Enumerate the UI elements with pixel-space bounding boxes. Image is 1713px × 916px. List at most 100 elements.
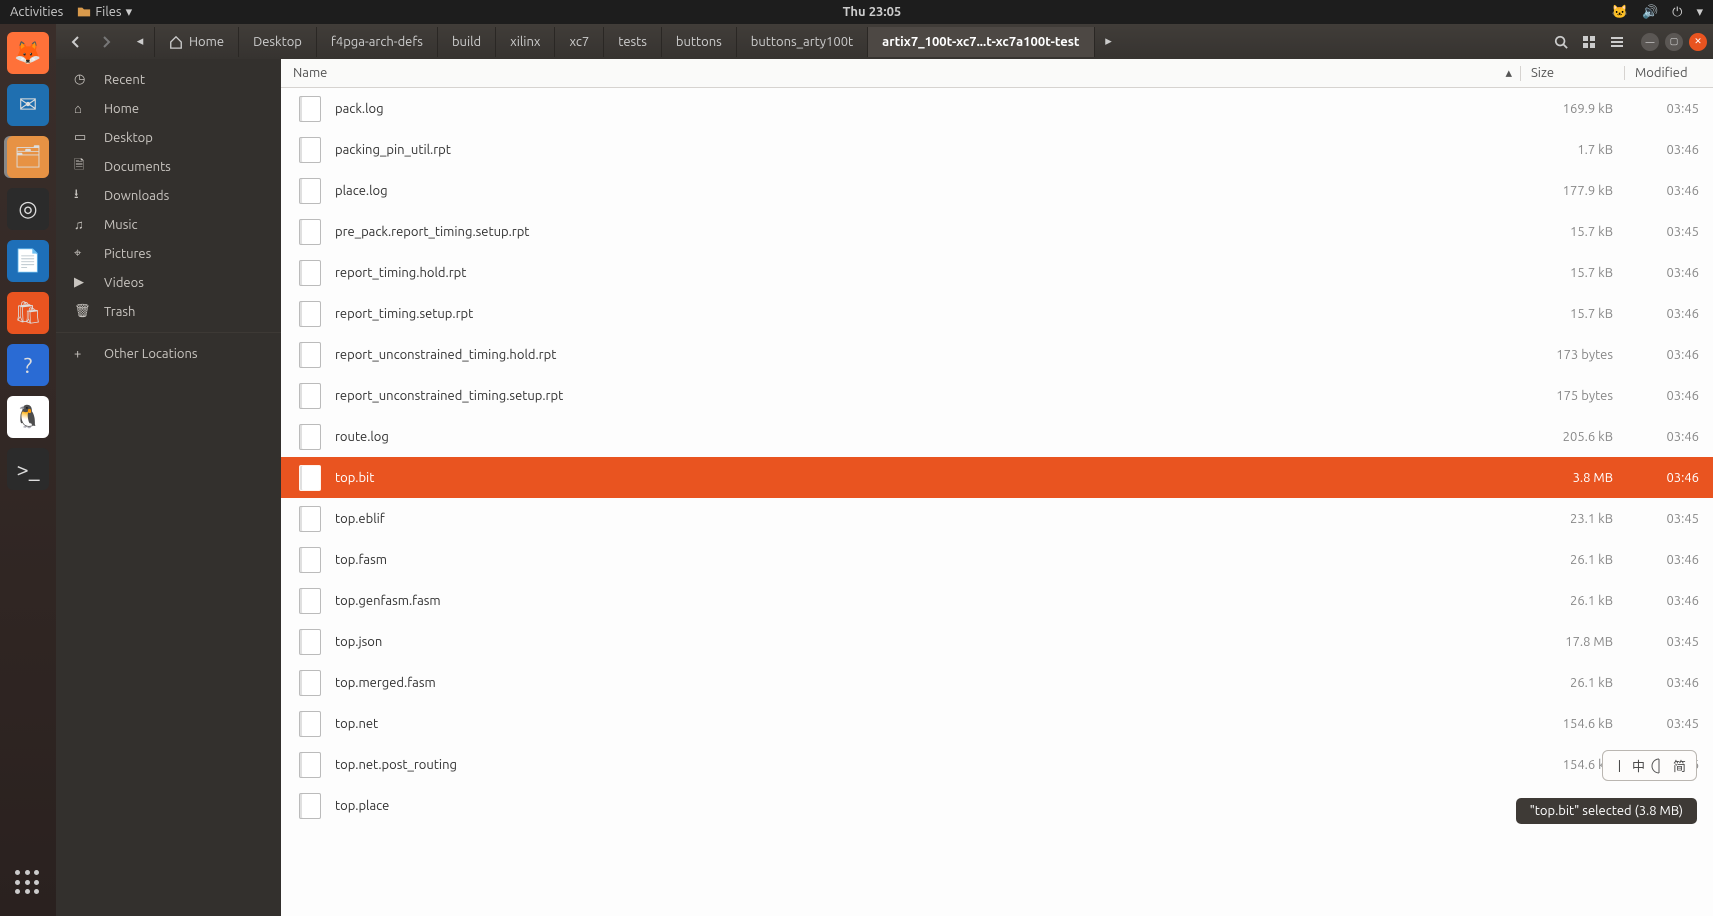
application-menu[interactable]: Files ▾: [77, 5, 132, 20]
file-row[interactable]: report_unconstrained_timing.setup.rpt175…: [281, 375, 1713, 416]
sidebar-item-recent[interactable]: ◷Recent: [56, 65, 281, 94]
file-row[interactable]: top.merged.fasm26.1 kB03:46: [281, 662, 1713, 703]
breadcrumb-scroll-right[interactable]: ▸: [1095, 28, 1123, 56]
chevron-down-icon[interactable]: ▾: [1696, 5, 1703, 20]
column-header-modified[interactable]: Modified: [1625, 66, 1713, 80]
view-toggle-button[interactable]: [1575, 28, 1603, 56]
file-row[interactable]: pre_pack.report_timing.setup.rpt15.7 kB0…: [281, 211, 1713, 252]
file-icon: [299, 547, 321, 573]
file-row[interactable]: top.eblif23.1 kB03:45: [281, 498, 1713, 539]
file-modified: 03:45: [1625, 717, 1713, 731]
file-size: 177.9 kB: [1521, 184, 1625, 198]
hamburger-menu-button[interactable]: [1603, 28, 1631, 56]
selection-status: "top.bit" selected (3.8 MB): [1516, 798, 1697, 824]
file-row[interactable]: top.genfasm.fasm26.1 kB03:46: [281, 580, 1713, 621]
file-row[interactable]: place.log177.9 kB03:46: [281, 170, 1713, 211]
file-row[interactable]: top.net.post_routing154.6 kB03:46: [281, 744, 1713, 785]
close-button[interactable]: ✕: [1689, 33, 1707, 51]
ime-key[interactable]: 中: [1632, 756, 1645, 775]
chevron-down-icon: ▾: [126, 5, 133, 20]
file-row[interactable]: top.fasm26.1 kB03:46: [281, 539, 1713, 580]
file-row[interactable]: top.net154.6 kB03:45: [281, 703, 1713, 744]
file-icon: [299, 465, 321, 491]
window-toolbar: ◂ HomeDesktopf4pga-arch-defsbuildxilinxx…: [56, 24, 1713, 59]
sidebar-item-trash[interactable]: 🗑Trash: [56, 297, 281, 326]
power-icon[interactable]: ⏻: [1672, 5, 1682, 20]
file-size: 17.8 MB: [1521, 635, 1625, 649]
sidebar-item-music[interactable]: ♫Music: [56, 210, 281, 239]
launcher-app-libreoffice-writer[interactable]: 📄: [7, 240, 49, 282]
minimize-button[interactable]: —: [1641, 33, 1659, 51]
file-name: top.fasm: [335, 553, 1521, 567]
forward-button[interactable]: [92, 28, 120, 56]
ime-key[interactable]: 丨: [1613, 756, 1626, 775]
file-row[interactable]: pack.log169.9 kB03:45: [281, 88, 1713, 129]
file-name: report_unconstrained_timing.hold.rpt: [335, 348, 1521, 362]
breadcrumb-segment[interactable]: buttons: [662, 27, 737, 57]
breadcrumb-segment[interactable]: buttons_arty100t: [737, 27, 868, 57]
file-row[interactable]: report_unconstrained_timing.hold.rpt173 …: [281, 334, 1713, 375]
downloads-icon: ⭳: [74, 185, 90, 207]
trash-icon: 🗑: [74, 304, 90, 319]
sidebar-item-documents[interactable]: 🗎Documents: [56, 152, 281, 181]
breadcrumb-segment[interactable]: Home: [154, 27, 239, 57]
file-row[interactable]: report_timing.setup.rpt15.7 kB03:46: [281, 293, 1713, 334]
home-icon: [169, 35, 183, 49]
clock[interactable]: Thu 23:05: [843, 5, 902, 19]
breadcrumb-segment[interactable]: xilinx: [496, 27, 555, 57]
ime-key[interactable]: [1651, 758, 1667, 774]
breadcrumb-segment[interactable]: build: [438, 27, 496, 57]
file-name: pre_pack.report_timing.setup.rpt: [335, 225, 1521, 239]
launcher-app-rhythmbox[interactable]: ◎: [7, 188, 49, 230]
column-headers: Name ▴ Size Modified: [281, 59, 1713, 88]
ime-key[interactable]: 简: [1673, 756, 1686, 775]
ime-indicator[interactable]: 丨中 简: [1602, 750, 1697, 781]
file-row[interactable]: report_timing.hold.rpt15.7 kB03:46: [281, 252, 1713, 293]
file-list-pane: Name ▴ Size Modified pack.log169.9 kB03:…: [281, 59, 1713, 916]
breadcrumb-segment[interactable]: xc7: [555, 27, 604, 57]
search-button[interactable]: [1547, 28, 1575, 56]
file-icon: [299, 670, 321, 696]
file-modified: 03:46: [1625, 307, 1713, 321]
launcher-app-help[interactable]: ?: [7, 344, 49, 386]
music-icon: ♫: [74, 217, 90, 232]
file-list[interactable]: pack.log169.9 kB03:45packing_pin_util.rp…: [281, 88, 1713, 916]
file-icon: [299, 424, 321, 450]
file-size: 3.8 MB: [1521, 471, 1625, 485]
volume-icon[interactable]: 🔊: [1642, 5, 1658, 20]
sidebar-item-label: Documents: [104, 160, 171, 174]
file-row[interactable]: packing_pin_util.rpt1.7 kB03:46: [281, 129, 1713, 170]
show-applications-button[interactable]: [7, 862, 49, 904]
file-row[interactable]: top.place: [281, 785, 1713, 826]
sidebar-item-videos[interactable]: ▶Videos: [56, 268, 281, 297]
file-row[interactable]: top.json17.8 MB03:45: [281, 621, 1713, 662]
back-button[interactable]: [62, 28, 90, 56]
sidebar-item-desktop[interactable]: ▭Desktop: [56, 123, 281, 152]
activities-button[interactable]: Activities: [10, 5, 63, 19]
file-icon: [299, 752, 321, 778]
launcher-app-terminal[interactable]: >_: [7, 448, 49, 490]
launcher-app-ubuntu-software[interactable]: 🛍: [7, 292, 49, 334]
breadcrumb-scroll-left[interactable]: ◂: [126, 28, 154, 56]
launcher-app-files[interactable]: 🗂: [7, 136, 49, 178]
file-icon: [299, 96, 321, 122]
file-row[interactable]: top.bit3.8 MB03:46: [281, 457, 1713, 498]
file-modified: 03:46: [1625, 184, 1713, 198]
file-row[interactable]: route.log205.6 kB03:46: [281, 416, 1713, 457]
file-size: 1.7 kB: [1521, 143, 1625, 157]
sidebar-item-home[interactable]: ⌂Home: [56, 94, 281, 123]
breadcrumb-segment[interactable]: Desktop: [239, 27, 317, 57]
launcher-app-firefox[interactable]: 🦊: [7, 32, 49, 74]
sidebar-item-pictures[interactable]: ⌖Pictures: [56, 239, 281, 268]
launcher-app-custom-app[interactable]: 🐧: [7, 396, 49, 438]
sidebar-item-downloads[interactable]: ⭳Downloads: [56, 181, 281, 210]
breadcrumb-segment[interactable]: artix7_100t-xc7...t-xc7a100t-test: [868, 27, 1094, 57]
tray-icon-1[interactable]: 🐱: [1612, 5, 1628, 20]
maximize-button[interactable]: ▢: [1665, 33, 1683, 51]
breadcrumb-segment[interactable]: f4pga-arch-defs: [317, 27, 438, 57]
column-header-size[interactable]: Size: [1521, 66, 1625, 80]
launcher-app-thunderbird[interactable]: ✉: [7, 84, 49, 126]
breadcrumb-segment[interactable]: tests: [604, 27, 662, 57]
sidebar-item-other-locations[interactable]: +Other Locations: [56, 339, 281, 368]
column-header-name[interactable]: Name ▴: [281, 66, 1521, 81]
